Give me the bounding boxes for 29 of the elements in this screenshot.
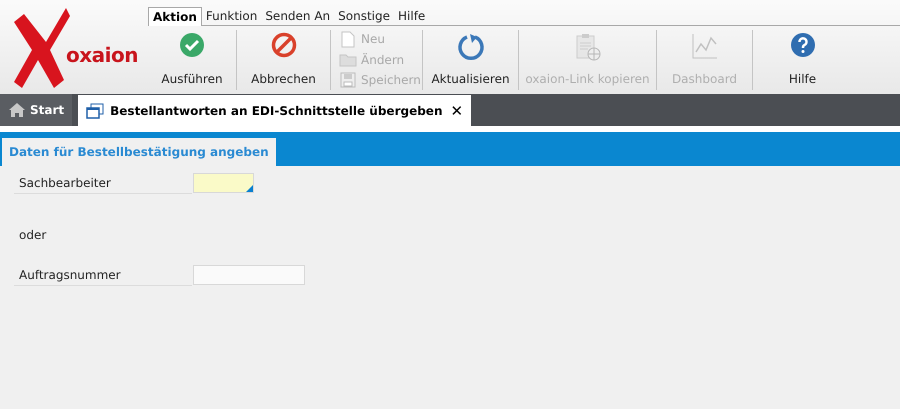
input-field[interactable] [193,265,305,285]
refresh-icon [456,32,486,62]
input-field[interactable] [193,173,254,193]
menu-tab[interactable]: Sonstige [334,6,394,25]
line-chart-icon [690,32,718,60]
menu-tab[interactable]: Senden An [261,6,334,25]
field-label: Auftragsnummer [14,264,192,286]
toolbar-button[interactable]: Abbrechen [237,30,330,90]
window-tab[interactable]: Start [0,94,72,126]
folder-icon [339,52,357,66]
clipboard-globe-icon [574,32,602,62]
separator-text: oder [18,227,48,244]
toolbar-button[interactable]: Ausführen [148,30,236,90]
toolbar-button[interactable]: Hilfe [753,30,852,90]
field-label: Sachbearbeiter [14,172,192,194]
help-icon [790,32,816,58]
document-icon [341,30,355,48]
home-icon [8,102,26,118]
menu-tab[interactable]: Funktion [202,6,262,25]
required-corner-icon [246,185,253,192]
toolbar-button[interactable]: Aktualisieren [423,30,518,90]
close-icon[interactable]: ✕ [450,100,464,122]
menu-tab[interactable]: Aktion [148,7,202,26]
menu-tab[interactable]: Hilfe [394,6,430,25]
prohibited-icon [270,32,296,58]
logo-text: oxaion [66,42,138,69]
windows-icon [86,103,104,119]
window-tab[interactable]: Bestellantworten an EDI-Schnittstelle übergeben ✕ [78,95,472,127]
check-icon [179,32,205,58]
